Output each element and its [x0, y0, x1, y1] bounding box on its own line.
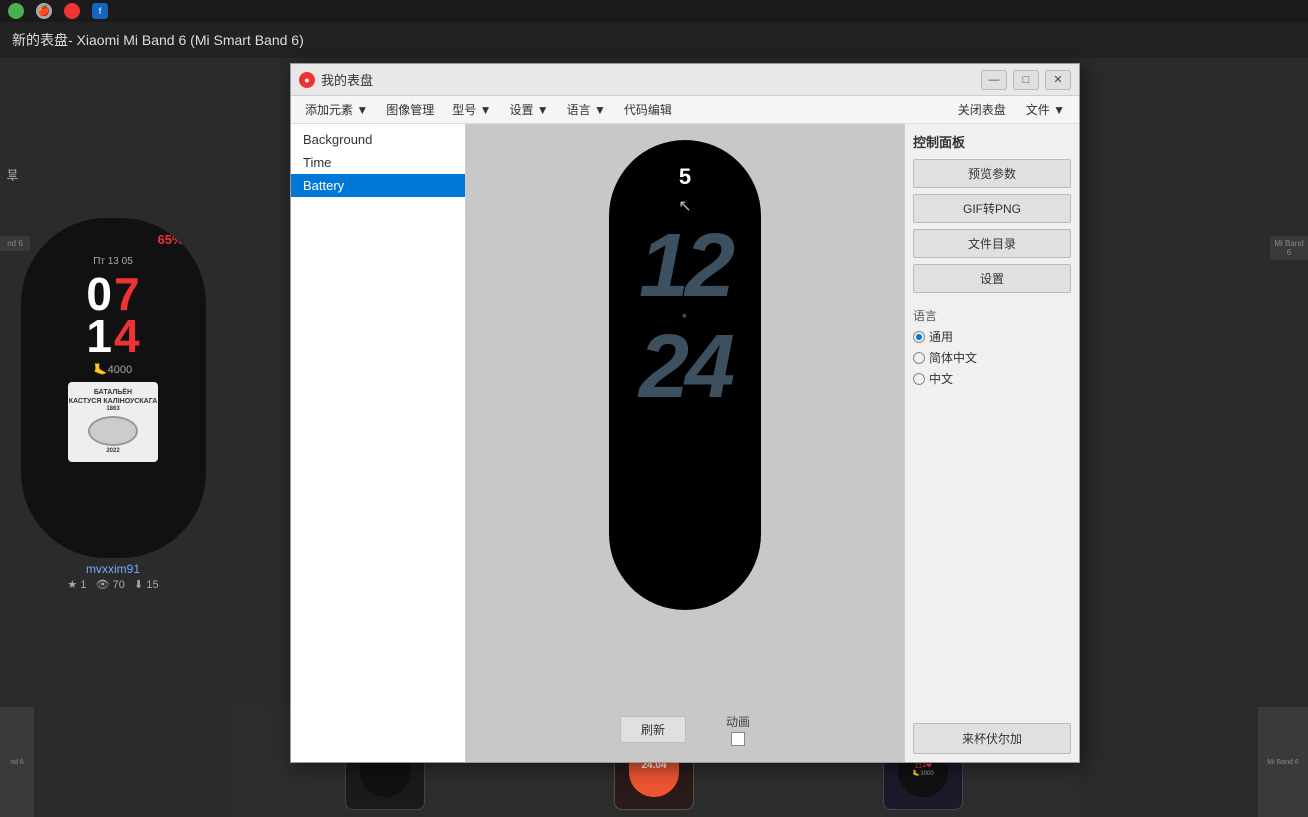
menu-code-edit[interactable]: 代码编辑 — [616, 99, 680, 120]
watch-min1: 1 — [86, 313, 112, 359]
preview-battery-number: 5 — [679, 164, 691, 190]
watch-preview: 5 ↖ 12 · 24 — [609, 140, 761, 610]
radio-chinese[interactable]: 中文 — [913, 370, 1071, 387]
animation-checkbox[interactable] — [731, 732, 745, 746]
radio-chinese-label: 中文 — [929, 370, 953, 387]
watch-min2: 4 — [114, 313, 140, 359]
refresh-button[interactable]: 刷新 — [620, 716, 686, 743]
language-section: 语言 通用 简体中文 中文 — [913, 307, 1071, 387]
gif-to-png-button[interactable]: GIF转PNG — [913, 194, 1071, 223]
green-icon[interactable] — [8, 3, 24, 19]
elem-battery[interactable]: Battery — [291, 174, 465, 197]
bottom-left-thumb: nd 6 — [0, 707, 34, 817]
right-thumb-label: Mi Band 6 — [1270, 236, 1308, 260]
language-title: 语言 — [913, 307, 1071, 324]
menu-file[interactable]: 文件 ▼ — [1018, 99, 1073, 120]
preview-time-display: 12 · 24 — [639, 228, 731, 405]
dialog-window: ● 我的表盘 — □ ✕ 添加元素 ▼ 图像管理 型号 ▼ 设置 ▼ 语言 ▼ … — [290, 63, 1080, 763]
animation-control: 动画 — [726, 713, 750, 746]
facebook-icon[interactable]: f — [92, 3, 108, 19]
watch-stats: ★ 1 👁 70 ⬇ 15 — [8, 578, 218, 591]
menu-add-element[interactable]: 添加元素 ▼ — [297, 99, 376, 120]
watch-user: mvxxim91 — [8, 562, 218, 576]
minimize-button[interactable]: — — [981, 70, 1007, 90]
settings-button[interactable]: 设置 — [913, 264, 1071, 293]
radio-general[interactable]: 通用 — [913, 328, 1071, 345]
watch-card: 65% Пт 13 05 0 7 1 4 🦶4000 БАТАЛЬЁН КАСТ… — [8, 218, 218, 591]
radio-simplified-chinese-dot — [913, 352, 925, 364]
language-radio-group: 通用 简体中文 中文 — [913, 328, 1071, 387]
cursor-indicator: ↖ — [678, 196, 691, 216]
radio-general-dot — [913, 331, 925, 343]
element-list-panel: Background Time Battery — [291, 124, 466, 762]
control-panel: 控制面板 预览参数 GIF转PNG 文件目录 设置 语言 通用 简体中文 — [904, 124, 1079, 762]
apple-icon[interactable]: 🍎 — [36, 3, 52, 19]
elem-background[interactable]: Background — [291, 128, 465, 151]
file-dir-button[interactable]: 文件目录 — [913, 229, 1071, 258]
dialog-title: 我的表盘 — [321, 70, 975, 89]
watch-percentage: 65% — [157, 232, 183, 247]
menu-language[interactable]: 语言 ▼ — [559, 99, 614, 120]
preview-controls: 刷新 动画 — [620, 713, 750, 746]
vodka-button[interactable]: 来杯伏尔加 — [913, 723, 1071, 754]
preview-panel: 5 ↖ 12 · 24 刷新 动画 — [466, 124, 904, 762]
radio-simplified-chinese[interactable]: 简体中文 — [913, 349, 1071, 366]
dialog-icon: ● — [299, 72, 315, 88]
preview-params-button[interactable]: 预览参数 — [913, 159, 1071, 188]
top-bar: 🍎 f — [0, 0, 1308, 22]
preview-time-bottom: 24 — [639, 329, 731, 406]
app-title: 新的表盘- Xiaomi Mi Band 6 (Mi Smart Band 6) — [12, 30, 304, 50]
watch-date: Пт 13 05 — [93, 256, 133, 267]
dialog-body: Background Time Battery 5 ↖ 12 · 24 — [291, 124, 1079, 762]
menu-image-manage[interactable]: 图像管理 — [378, 99, 442, 120]
watch-steps: 🦶4000 — [94, 363, 132, 376]
elem-time[interactable]: Time — [291, 151, 465, 174]
animation-label: 动画 — [726, 713, 750, 730]
menu-settings[interactable]: 设置 ▼ — [501, 99, 556, 120]
background-content: 言 65% Пт 13 05 0 7 1 4 🦶4000 БАТАЛЬЁН КА… — [0, 58, 1308, 817]
preview-time-top: 12 — [639, 228, 731, 305]
radio-chinese-dot — [913, 373, 925, 385]
menu-model[interactable]: 型号 ▼ — [444, 99, 499, 120]
red-icon[interactable] — [64, 3, 80, 19]
dialog-menubar: 添加元素 ▼ 图像管理 型号 ▼ 设置 ▼ 语言 ▼ 代码编辑 关闭表盘 文件 … — [291, 96, 1079, 124]
control-panel-title: 控制面板 — [913, 132, 1071, 151]
menu-close-watchface[interactable]: 关闭表盘 — [950, 99, 1014, 120]
maximize-button[interactable]: □ — [1013, 70, 1039, 90]
left-thumb-label: nd 6 — [0, 236, 30, 251]
app-titlebar: 新的表盘- Xiaomi Mi Band 6 (Mi Smart Band 6) — [0, 22, 1308, 58]
bottom-right-thumb: Mi Band 6 — [1258, 707, 1308, 817]
left-sidebar-label: 言 — [0, 165, 25, 185]
radio-simplified-chinese-label: 简体中文 — [929, 349, 977, 366]
close-button[interactable]: ✕ — [1045, 70, 1071, 90]
dialog-titlebar: ● 我的表盘 — □ ✕ — [291, 64, 1079, 96]
radio-general-label: 通用 — [929, 328, 953, 345]
